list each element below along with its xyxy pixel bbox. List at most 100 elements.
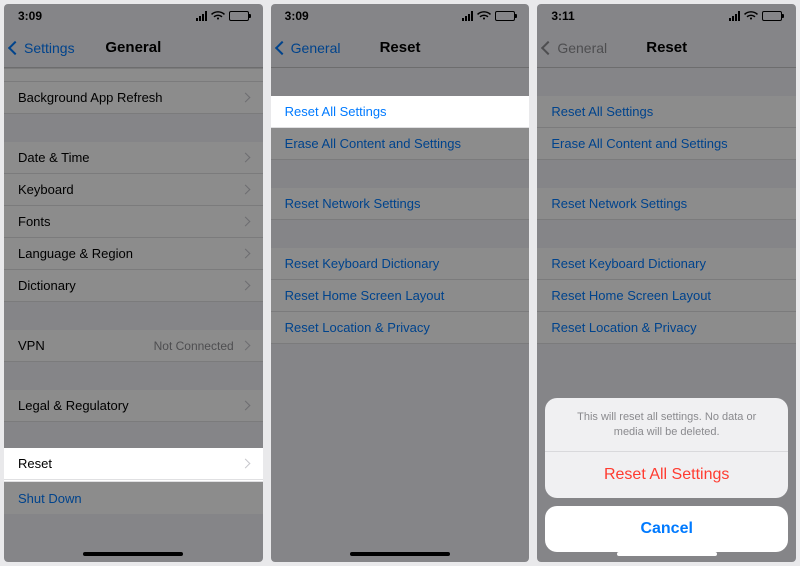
chevron-left-icon — [541, 40, 555, 54]
row-label: Language & Region — [18, 246, 133, 261]
row-fonts[interactable]: Fonts — [4, 206, 263, 238]
row-label: Dictionary — [18, 278, 76, 293]
wifi-icon — [477, 11, 491, 21]
home-indicator — [83, 552, 183, 556]
wifi-icon — [744, 11, 758, 21]
row-label: Shut Down — [18, 491, 82, 506]
row-reset-location[interactable]: Reset Location & Privacy — [537, 312, 796, 344]
chevron-right-icon — [240, 249, 250, 259]
row-language-region[interactable]: Language & Region — [4, 238, 263, 270]
row-date-time[interactable]: Date & Time — [4, 142, 263, 174]
chevron-right-icon — [240, 185, 250, 195]
back-label: General — [291, 40, 341, 56]
back-button[interactable]: General — [277, 40, 341, 56]
nav-bar: General Reset — [271, 28, 530, 68]
row-label: Background App Refresh — [18, 90, 163, 105]
row-reset-network[interactable]: Reset Network Settings — [537, 188, 796, 220]
status-icons — [729, 11, 782, 21]
home-indicator — [350, 552, 450, 556]
row-label: Reset Keyboard Dictionary — [551, 256, 706, 271]
row-reset-highlighted[interactable]: Reset — [4, 448, 263, 480]
action-sheet-cancel-button[interactable]: Cancel — [545, 506, 788, 552]
row-label: Reset All Settings — [551, 104, 653, 119]
row-label: Reset Home Screen Layout — [285, 288, 445, 303]
chevron-right-icon — [240, 281, 250, 291]
action-sheet-card: This will reset all settings. No data or… — [545, 398, 788, 498]
status-bar: 3:09 — [271, 4, 530, 28]
row-legal[interactable]: Legal & Regulatory — [4, 390, 263, 422]
row-shutdown[interactable]: Shut Down — [4, 482, 263, 514]
signal-icon — [729, 11, 740, 21]
row-label: Date & Time — [18, 150, 90, 165]
status-time: 3:11 — [551, 9, 574, 23]
chevron-right-icon — [240, 459, 250, 469]
row-label: Reset All Settings — [285, 104, 387, 119]
row-reset-all-highlighted[interactable]: Reset All Settings — [271, 96, 530, 128]
row-label: Reset Network Settings — [551, 196, 687, 211]
chevron-right-icon — [240, 401, 250, 411]
chevron-right-icon — [240, 217, 250, 227]
battery-icon — [762, 11, 782, 21]
chevron-left-icon — [275, 40, 289, 54]
row-reset-keyboard[interactable]: Reset Keyboard Dictionary — [271, 248, 530, 280]
chevron-right-icon — [240, 153, 250, 163]
row-erase-all[interactable]: Erase All Content and Settings — [537, 128, 796, 160]
row-reset-home[interactable]: Reset Home Screen Layout — [537, 280, 796, 312]
screen-reset-confirm: 3:11 General Reset Reset All Settings Er… — [537, 4, 796, 562]
back-label: General — [557, 40, 607, 56]
row-label: Reset Network Settings — [285, 196, 421, 211]
status-time: 3:09 — [285, 9, 309, 23]
row-label: VPN — [18, 338, 45, 353]
screen-reset: 3:09 General Reset Reset All Settings Er… — [271, 4, 530, 562]
row-reset-keyboard[interactable]: Reset Keyboard Dictionary — [537, 248, 796, 280]
signal-icon — [196, 11, 207, 21]
row-label: Erase All Content and Settings — [285, 136, 461, 151]
nav-title: Reset — [380, 39, 421, 56]
row-erase-all[interactable]: Erase All Content and Settings — [271, 128, 530, 160]
back-button[interactable]: Settings — [10, 40, 75, 56]
row-vpn[interactable]: VPN Not Connected — [4, 330, 263, 362]
row-iphone-storage[interactable] — [4, 68, 263, 82]
row-reset-network[interactable]: Reset Network Settings — [271, 188, 530, 220]
nav-title: Reset — [646, 39, 687, 56]
row-label: Reset Keyboard Dictionary — [285, 256, 440, 271]
row-keyboard[interactable]: Keyboard — [4, 174, 263, 206]
row-label: Erase All Content and Settings — [551, 136, 727, 151]
action-sheet: This will reset all settings. No data or… — [545, 398, 788, 552]
reset-list: Reset All Settings Erase All Content and… — [271, 68, 530, 562]
settings-list: Background App Refresh Date & Time Keybo… — [4, 68, 263, 562]
back-label: Settings — [24, 40, 75, 56]
row-reset-all-settings[interactable]: Reset All Settings — [537, 96, 796, 128]
row-label: Legal & Regulatory — [18, 398, 129, 413]
row-reset-home[interactable]: Reset Home Screen Layout — [271, 280, 530, 312]
row-label: Reset Location & Privacy — [551, 320, 696, 335]
chevron-right-icon — [240, 341, 250, 351]
row-label: Fonts — [18, 214, 51, 229]
nav-bar: General Reset — [537, 28, 796, 68]
chevron-right-icon — [240, 93, 250, 103]
action-sheet-reset-button[interactable]: Reset All Settings — [545, 452, 788, 498]
back-button[interactable]: General — [543, 40, 607, 56]
row-label: Keyboard — [18, 182, 74, 197]
battery-icon — [495, 11, 515, 21]
nav-bar: Settings General — [4, 28, 263, 68]
home-indicator — [617, 552, 717, 556]
signal-icon — [462, 11, 473, 21]
status-bar: 3:11 — [537, 4, 796, 28]
status-icons — [196, 11, 249, 21]
status-bar: 3:09 — [4, 4, 263, 28]
status-icons — [462, 11, 515, 21]
row-background-refresh[interactable]: Background App Refresh — [4, 82, 263, 114]
row-label: Reset — [18, 456, 52, 471]
action-sheet-message: This will reset all settings. No data or… — [545, 398, 788, 452]
row-reset-location[interactable]: Reset Location & Privacy — [271, 312, 530, 344]
row-label: Reset Home Screen Layout — [551, 288, 711, 303]
row-dictionary[interactable]: Dictionary — [4, 270, 263, 302]
vpn-detail: Not Connected — [154, 339, 234, 353]
nav-title: General — [105, 39, 161, 56]
battery-icon — [229, 11, 249, 21]
screen-general: 3:09 Settings General Background App Ref… — [4, 4, 263, 562]
chevron-left-icon — [8, 40, 22, 54]
status-time: 3:09 — [18, 9, 42, 23]
row-label: Reset Location & Privacy — [285, 320, 430, 335]
